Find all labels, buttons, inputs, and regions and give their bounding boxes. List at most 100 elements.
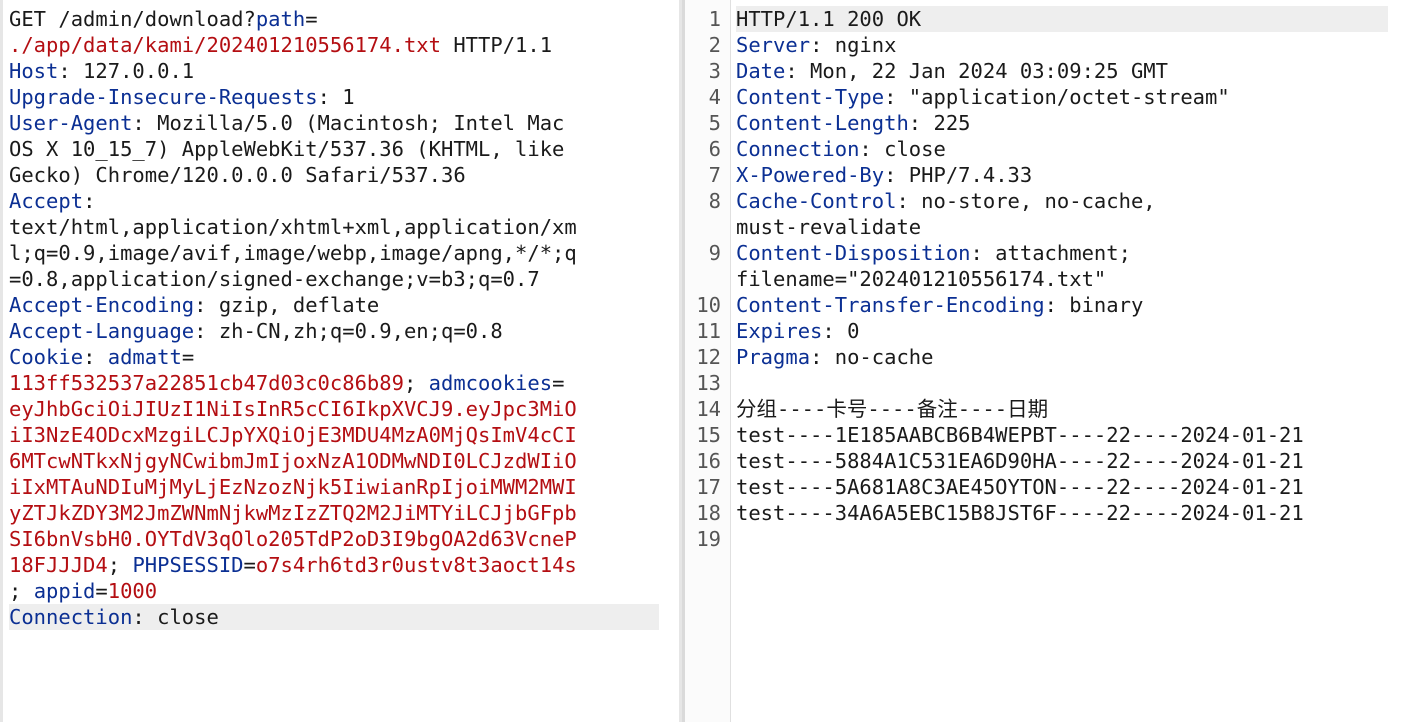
- request-line: Upgrade-Insecure-Requests: 1: [9, 84, 679, 110]
- header-name: Expires: [736, 319, 823, 343]
- text-segment: =: [305, 7, 318, 31]
- header-name: Content-Length: [736, 111, 909, 135]
- text-segment: : 0: [822, 319, 860, 343]
- text-segment: : 225: [908, 111, 971, 135]
- response-line: 12 Pragma: no-cache: [685, 344, 1418, 370]
- line-number: 13: [696, 371, 721, 395]
- header-name: Server: [736, 33, 811, 57]
- text-segment: =: [181, 345, 195, 369]
- response-line-text: Connection: close: [736, 137, 946, 161]
- text-segment: : attachment;: [970, 241, 1131, 265]
- text-segment: : zh-CN,zh;q=0.9,en;q=0.8: [194, 319, 503, 343]
- text-segment: =: [95, 579, 108, 603]
- header-name: appid: [33, 579, 96, 603]
- response-line-text: test----5884A1C531EA6D90HA----22----2024…: [736, 449, 1304, 473]
- param-value: yZTJkZDY3M2JmZWNmNjkwMzIzZTQ2M2JiMTYiLCJ…: [9, 501, 577, 525]
- response-line-text: test----1E185AABCB6B4WEPBT----22----2024…: [736, 423, 1304, 447]
- text-segment: Gecko) Chrome/120.0.0.0 Safari/537.36: [9, 163, 466, 187]
- line-number: 6: [708, 137, 721, 161]
- param-value: eyJhbGciOiJIUzI1NiIsInR5cCI6IkpXVCJ9.eyJ…: [9, 397, 577, 421]
- response-line: 14 分组----卡号----备注----日期: [685, 396, 1418, 422]
- request-line: yZTJkZDY3M2JmZWNmNjkwMzIzZTQ2M2JiMTYiLCJ…: [9, 500, 679, 526]
- response-line: must-revalidate: [685, 214, 1418, 240]
- response-line-text: Content-Transfer-Encoding: binary: [736, 293, 1143, 317]
- param-value: iIxMTAuNDIuMjMyLjEzNzozNjk5IiwianRpIjoiM…: [9, 475, 577, 499]
- response-line: 1 HTTP/1.1 200 OK: [685, 6, 1418, 32]
- response-line-text: Content-Type: "application/octet-stream": [736, 85, 1230, 109]
- header-name: Content-Type: [736, 85, 885, 109]
- text-segment: test----5A681A8C3AE45OYTON----22----2024…: [736, 475, 1304, 499]
- header-name: Pragma: [736, 345, 811, 369]
- request-line: ; appid=1000: [9, 578, 679, 604]
- param-value: 113ff532537a22851cb47d03c0c86b89: [9, 371, 404, 395]
- header-name: path: [255, 7, 306, 31]
- text-segment: filename="202401210556174.txt": [736, 267, 1107, 291]
- request-line: Cookie: admatt=: [9, 344, 679, 370]
- text-segment: test----5884A1C531EA6D90HA----22----2024…: [736, 449, 1304, 473]
- line-number: 10: [696, 293, 721, 317]
- header-name: X-Powered-By: [736, 163, 885, 187]
- header-name: Connection: [736, 137, 860, 161]
- response-line: 13: [685, 370, 1418, 396]
- response-line: 11 Expires: 0: [685, 318, 1418, 344]
- param-value: ./app/data/kami/202401210556174.txt: [9, 33, 441, 57]
- response-line: filename="202401210556174.txt": [685, 266, 1418, 292]
- text-segment: =: [552, 371, 565, 395]
- request-line: iIxMTAuNDIuMjMyLjEzNzozNjk5IiwianRpIjoiM…: [9, 474, 679, 500]
- response-line-text: Cache-Control: no-store, no-cache,: [736, 189, 1156, 213]
- request-line: User-Agent: Mozilla/5.0 (Macintosh; Inte…: [9, 110, 679, 136]
- response-line: 15 test----1E185AABCB6B4WEPBT----22----20…: [685, 422, 1418, 448]
- param-value: 18FJJJD4: [9, 553, 108, 577]
- response-line: 3 Date: Mon, 22 Jan 2024 03:09:25 GMT: [685, 58, 1418, 84]
- response-line: 17 test----5A681A8C3AE45OYTON----22----20…: [685, 474, 1418, 500]
- header-name: Accept-Language: [9, 319, 195, 343]
- text-segment: test----1E185AABCB6B4WEPBT----22----2024…: [736, 423, 1304, 447]
- response-line-text: Date: Mon, 22 Jan 2024 03:09:25 GMT: [736, 59, 1168, 83]
- response-line-text: test----5A681A8C3AE45OYTON----22----2024…: [736, 475, 1304, 499]
- text-segment: : nginx: [810, 33, 897, 57]
- param-value: iI3NzE4ODcxMzgiLCJpYXQiOjE3MDU4MzA0MjQsI…: [9, 423, 577, 447]
- header-name: Cookie: [9, 345, 84, 369]
- header-name: Accept: [9, 189, 84, 213]
- request-line: Accept-Language: zh-CN,zh;q=0.9,en;q=0.8: [9, 318, 679, 344]
- header-name: Accept-Encoding: [9, 293, 195, 317]
- text-segment: : close: [132, 605, 219, 629]
- text-segment: : Mozilla/5.0 (Macintosh; Intel Mac: [132, 111, 565, 135]
- header-name: admatt: [107, 345, 182, 369]
- response-line: 9 Content-Disposition: attachment;: [685, 240, 1418, 266]
- text-segment: : no-cache: [810, 345, 934, 369]
- request-line: eyJhbGciOiJIUzI1NiIsInR5cCI6IkpXVCJ9.eyJ…: [9, 396, 679, 422]
- response-line: 4 Content-Type: "application/octet-stream…: [685, 84, 1418, 110]
- response-line: 10 Content-Transfer-Encoding: binary: [685, 292, 1418, 318]
- request-line: SI6bnVsbH0.OYTdV3qOlo205TdP2oD3I9bgOA2d6…: [9, 526, 679, 552]
- line-number: 19: [696, 527, 721, 551]
- response-line-text: Pragma: no-cache: [736, 345, 933, 369]
- request-line: GET /admin/download?path=: [9, 6, 679, 32]
- text-segment: text/html,application/xhtml+xml,applicat…: [9, 215, 577, 239]
- text-segment: : gzip, deflate: [194, 293, 380, 317]
- param-value: 1000: [107, 579, 158, 603]
- request-line: text/html,application/xhtml+xml,applicat…: [9, 214, 679, 240]
- text-segment: : no-store, no-cache,: [896, 189, 1156, 213]
- response-line: 16 test----5884A1C531EA6D90HA----22----20…: [685, 448, 1418, 474]
- text-segment: OS X 10_15_7) AppleWebKit/537.36 (KHTML,…: [9, 137, 565, 161]
- header-name: Host: [9, 59, 59, 83]
- request-line: Connection: close: [9, 604, 659, 630]
- text-segment: l;q=0.9,image/avif,image/webp,image/apng…: [9, 241, 577, 265]
- line-number: 9: [708, 241, 721, 265]
- header-name: Upgrade-Insecure-Requests: [9, 85, 318, 109]
- response-editor[interactable]: 1 HTTP/1.1 200 OK 2 Server: nginx 3 Date: Mon…: [682, 0, 1418, 722]
- response-line-text: Content-Length: 225: [736, 111, 971, 135]
- header-name: Content-Disposition: [736, 241, 971, 265]
- response-line: 18 test----34A6A5EBC15B8JST6F----22----20…: [685, 500, 1418, 526]
- request-line: iI3NzE4ODcxMzgiLCJpYXQiOjE3MDU4MzA0MjQsI…: [9, 422, 679, 448]
- text-segment: HTTP/1.1 200 OK: [736, 7, 922, 31]
- request-line: 18FJJJD4; PHPSESSID=o7s4rh6td3r0ustv8t3a…: [9, 552, 679, 578]
- line-number: 4: [708, 85, 721, 109]
- header-name: admcookies: [428, 371, 553, 395]
- request-line: 113ff532537a22851cb47d03c0c86b89; admcoo…: [9, 370, 679, 396]
- text-segment: must-revalidate: [736, 215, 922, 239]
- request-editor[interactable]: GET /admin/download?path= ./app/data/kami…: [0, 0, 682, 722]
- header-name: PHPSESSID: [132, 553, 244, 577]
- response-line-text: 分组----卡号----备注----日期: [736, 397, 1048, 421]
